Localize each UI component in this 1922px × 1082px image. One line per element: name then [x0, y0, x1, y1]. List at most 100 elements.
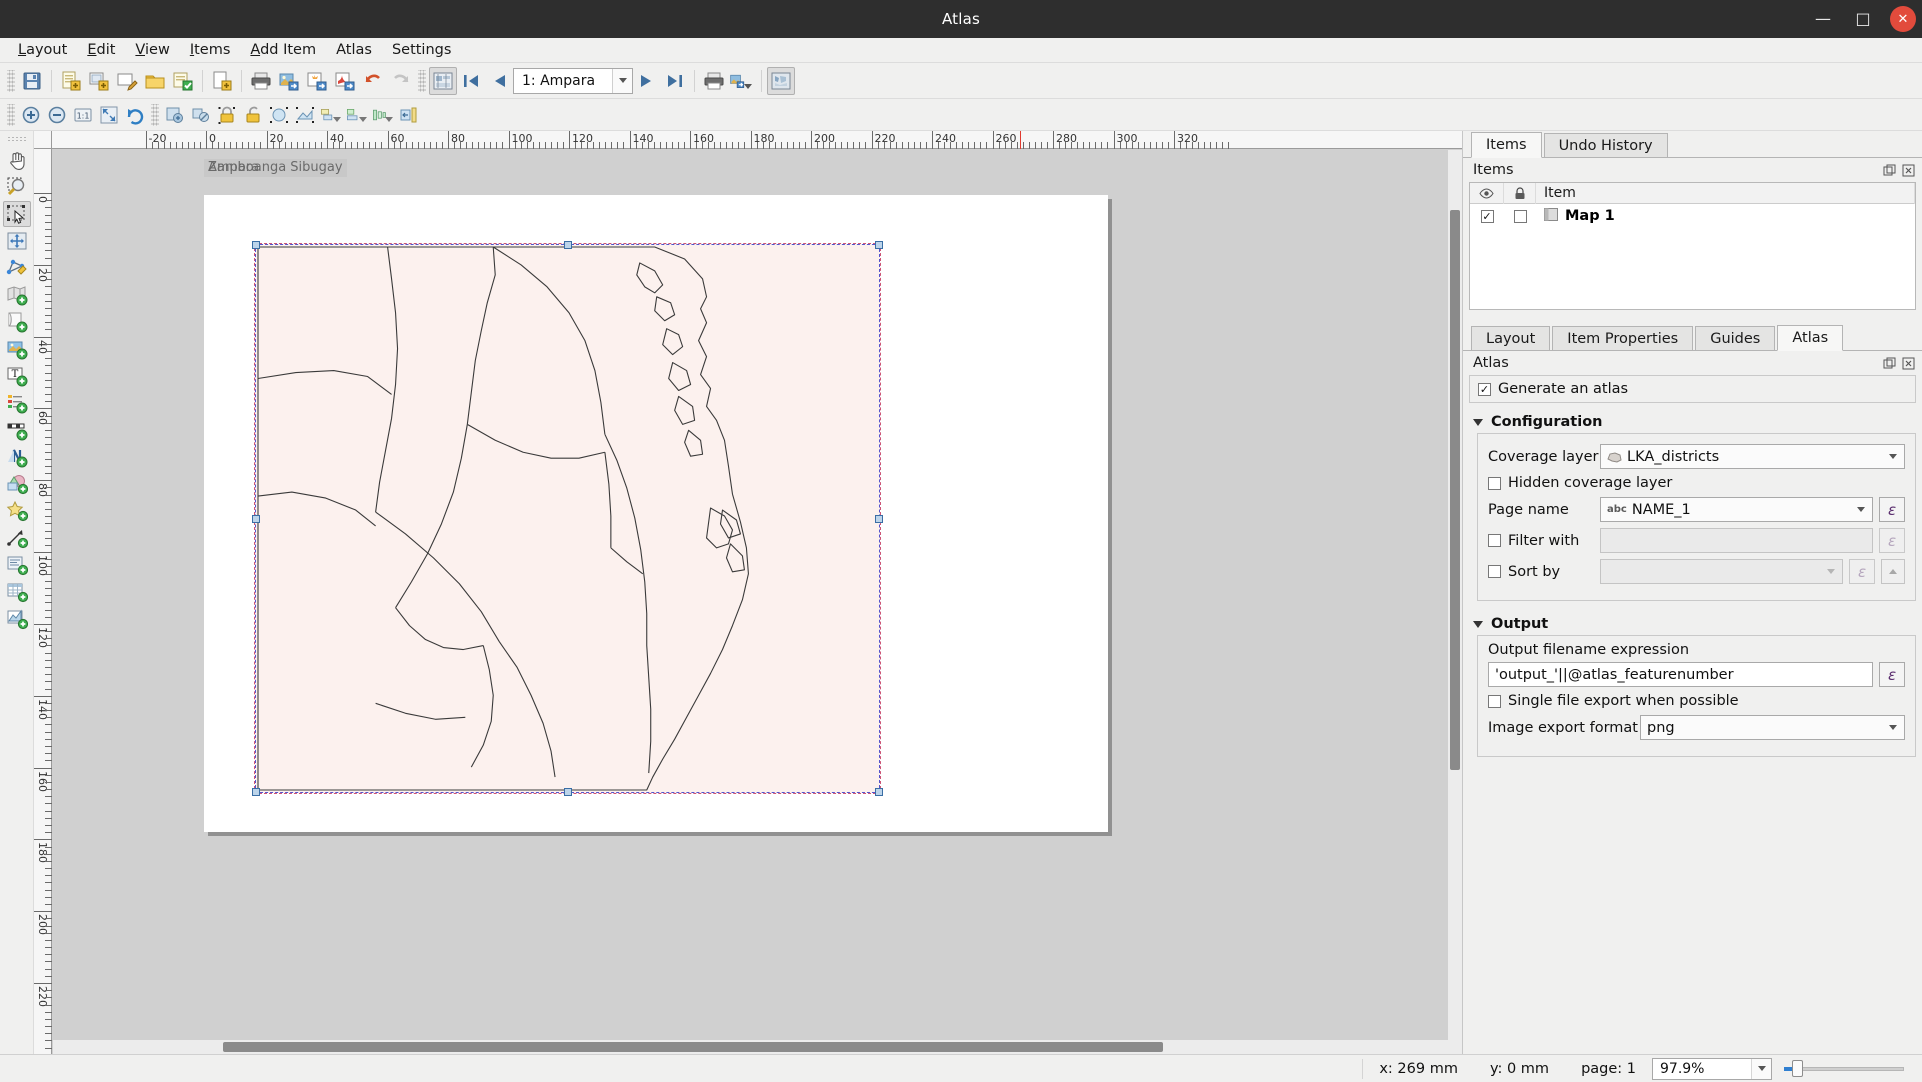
generate-atlas-checkbox[interactable]: ✓ Generate an atlas [1478, 381, 1907, 397]
add-elevation-profile-icon[interactable] [3, 606, 31, 632]
filter-with-input[interactable] [1600, 528, 1873, 553]
menu-settings[interactable]: Settings [382, 40, 461, 60]
zoom-level-dropdown-arrow[interactable] [1751, 1059, 1771, 1079]
export-svg-icon[interactable] [303, 67, 331, 95]
atlas-toolbar-grip[interactable] [418, 70, 426, 92]
tab-atlas[interactable]: Atlas [1777, 325, 1843, 351]
add-scalebar-icon[interactable] [3, 417, 31, 443]
page-name-combo[interactable]: abc NAME_1 [1600, 497, 1873, 522]
filter-with-expression-button[interactable]: ε [1879, 528, 1905, 553]
menu-view[interactable]: View [125, 40, 179, 60]
eye-icon[interactable] [1470, 183, 1504, 204]
vertical-scroll-thumb[interactable] [1450, 210, 1460, 770]
row-lock-checkbox[interactable] [1504, 204, 1536, 228]
zoom-in-icon[interactable] [18, 102, 44, 128]
single-file-export-checkbox[interactable]: Single file export when possible [1488, 693, 1739, 709]
save-layout-icon[interactable] [18, 67, 46, 95]
menu-edit[interactable]: Edit [77, 40, 125, 60]
select-item-icon[interactable] [3, 201, 31, 227]
pan-layout-icon[interactable] [3, 147, 31, 173]
group-items-icon[interactable] [162, 102, 188, 128]
canvas-horizontal-scrollbar[interactable] [53, 1040, 1448, 1054]
print-layout-icon[interactable] [247, 67, 275, 95]
tab-item-properties[interactable]: Item Properties [1552, 326, 1693, 350]
undock-icon[interactable] [1881, 162, 1897, 178]
image-export-format-combo[interactable]: png [1640, 715, 1905, 740]
add-north-arrow-icon[interactable] [3, 444, 31, 470]
page-name-expression-button[interactable]: ε [1879, 497, 1905, 522]
add-marker-icon[interactable] [3, 498, 31, 524]
distribute-icon[interactable] [344, 102, 370, 128]
previous-feature-icon[interactable] [485, 67, 513, 95]
add-shape-icon[interactable] [3, 471, 31, 497]
tab-layout[interactable]: Layout [1471, 326, 1550, 350]
tab-undo-history[interactable]: Undo History [1544, 133, 1668, 157]
atlas-undock-icon[interactable] [1881, 355, 1897, 371]
sort-by-combo[interactable] [1600, 559, 1843, 584]
align-left-icon[interactable] [318, 102, 344, 128]
lock-items-icon[interactable] [214, 102, 240, 128]
export-atlas-icon[interactable] [728, 67, 756, 95]
sort-by-expression-button[interactable]: ε [1849, 559, 1875, 584]
resize-handle-e[interactable] [875, 515, 883, 523]
resize-items-icon[interactable] [370, 102, 396, 128]
zoom-out-icon[interactable] [44, 102, 70, 128]
collapse-output-icon[interactable] [1473, 621, 1483, 628]
sort-by-checkbox[interactable]: Sort by [1488, 564, 1600, 580]
add-html-icon[interactable] [3, 552, 31, 578]
menu-layout[interactable]: Layout [8, 40, 77, 60]
zoom-slider-thumb[interactable] [1792, 1060, 1803, 1077]
lock-icon[interactable] [1504, 183, 1536, 204]
save-template-icon[interactable] [169, 67, 197, 95]
first-feature-icon[interactable] [457, 67, 485, 95]
menu-add-item[interactable]: Add Item [240, 40, 326, 60]
move-item-content-icon[interactable] [3, 228, 31, 254]
page-name-dropdown-arrow[interactable] [1850, 498, 1872, 521]
items-toolbar-grip[interactable] [151, 104, 159, 126]
layout-canvas[interactable]: Zamboanga Sibugay Ampara [34, 131, 1462, 1054]
arrange-items-icon[interactable] [396, 102, 422, 128]
resize-handle-nw[interactable] [252, 241, 260, 249]
atlas-close-icon[interactable] [1900, 355, 1916, 371]
row-item-cell[interactable]: Map 1 [1536, 204, 1915, 228]
tab-guides[interactable]: Guides [1695, 326, 1775, 350]
resize-handle-w[interactable] [252, 515, 260, 523]
canvas-scroll-area[interactable]: Zamboanga Sibugay Ampara [53, 150, 1462, 1054]
add-label-icon[interactable]: T [3, 363, 31, 389]
sort-by-dropdown-arrow[interactable] [1820, 560, 1842, 583]
unlock-items-icon[interactable] [240, 102, 266, 128]
refresh-view-icon[interactable] [122, 102, 148, 128]
export-pdf-icon[interactable] [331, 67, 359, 95]
output-group-header[interactable]: Output [1463, 611, 1922, 635]
menu-atlas[interactable]: Atlas [326, 40, 382, 60]
preview-atlas-icon[interactable] [429, 67, 457, 95]
zoom-slider[interactable] [1784, 1058, 1904, 1080]
resize-handle-se[interactable] [875, 788, 883, 796]
left-toolbar-grip[interactable] [7, 136, 27, 143]
table-row[interactable]: ✓ Map 1 [1470, 204, 1915, 228]
open-folder-icon[interactable] [141, 67, 169, 95]
add-picture-icon[interactable] [3, 309, 31, 335]
image-export-format-dropdown-arrow[interactable] [1882, 716, 1904, 739]
lower-items-icon[interactable] [292, 102, 318, 128]
maximize-button[interactable]: □ [1850, 6, 1876, 32]
add-image-icon[interactable] [3, 336, 31, 362]
print-atlas-icon[interactable] [700, 67, 728, 95]
add-table-icon[interactable] [3, 579, 31, 605]
resize-handle-n[interactable] [564, 241, 572, 249]
row-visible-checkbox[interactable]: ✓ [1470, 204, 1504, 228]
resize-handle-s[interactable] [564, 788, 572, 796]
zoom-level-combo[interactable]: 97.9% [1652, 1058, 1772, 1080]
resize-handle-ne[interactable] [875, 241, 883, 249]
coverage-layer-combo[interactable]: LKA_districts [1600, 444, 1905, 469]
zoom-tool-icon[interactable] [3, 174, 31, 200]
filter-with-checkbox[interactable]: Filter with [1488, 533, 1600, 549]
last-feature-icon[interactable] [661, 67, 689, 95]
new-layout-icon[interactable] [57, 67, 85, 95]
atlas-feature-combo[interactable]: 1: Ampara [513, 68, 633, 94]
sort-asc-icon[interactable] [1881, 559, 1905, 584]
add-map-icon[interactable] [3, 282, 31, 308]
nav-toolbar-grip[interactable] [7, 104, 15, 126]
menu-items[interactable]: Items [180, 40, 241, 60]
coverage-layer-dropdown-arrow[interactable] [1882, 445, 1904, 468]
